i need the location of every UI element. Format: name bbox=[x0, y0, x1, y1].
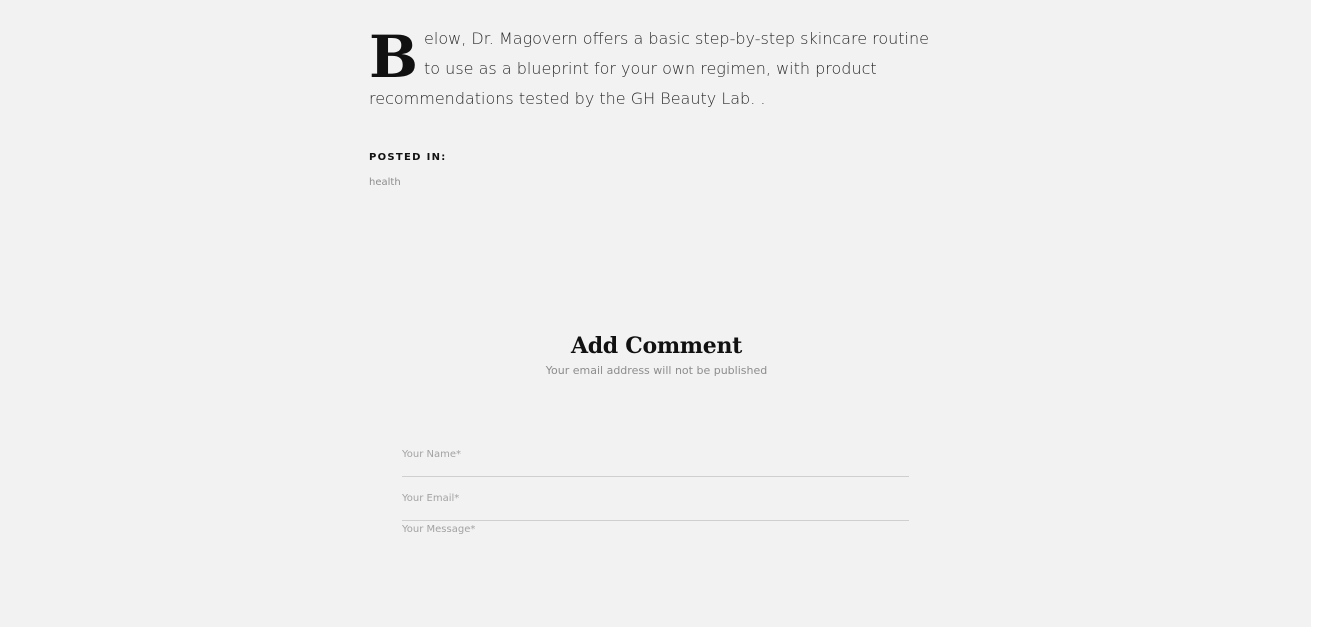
email-input[interactable] bbox=[402, 491, 909, 505]
article-body: Below, Dr. Magovern offers a basic step-… bbox=[369, 24, 944, 114]
name-field-row bbox=[402, 433, 909, 477]
comment-title: Add Comment bbox=[570, 333, 743, 359]
message-textarea[interactable] bbox=[402, 524, 909, 574]
comment-subtitle: Your email address will not be published bbox=[545, 364, 768, 377]
message-field-row bbox=[402, 521, 909, 581]
article-text: elow, Dr. Magovern offers a basic step-b… bbox=[369, 29, 929, 108]
comment-form bbox=[402, 433, 909, 581]
category-link-health[interactable]: health bbox=[369, 177, 401, 188]
posted-in-label: POSTED IN: bbox=[369, 152, 447, 163]
name-input[interactable] bbox=[402, 447, 909, 461]
page-background: Below, Dr. Magovern offers a basic step-… bbox=[0, 0, 1311, 627]
drop-cap: B bbox=[369, 23, 419, 91]
comment-section-header: Add Comment Your email address will not … bbox=[369, 330, 944, 377]
email-field-row bbox=[402, 477, 909, 521]
article-paragraph: Below, Dr. Magovern offers a basic step-… bbox=[369, 24, 944, 114]
